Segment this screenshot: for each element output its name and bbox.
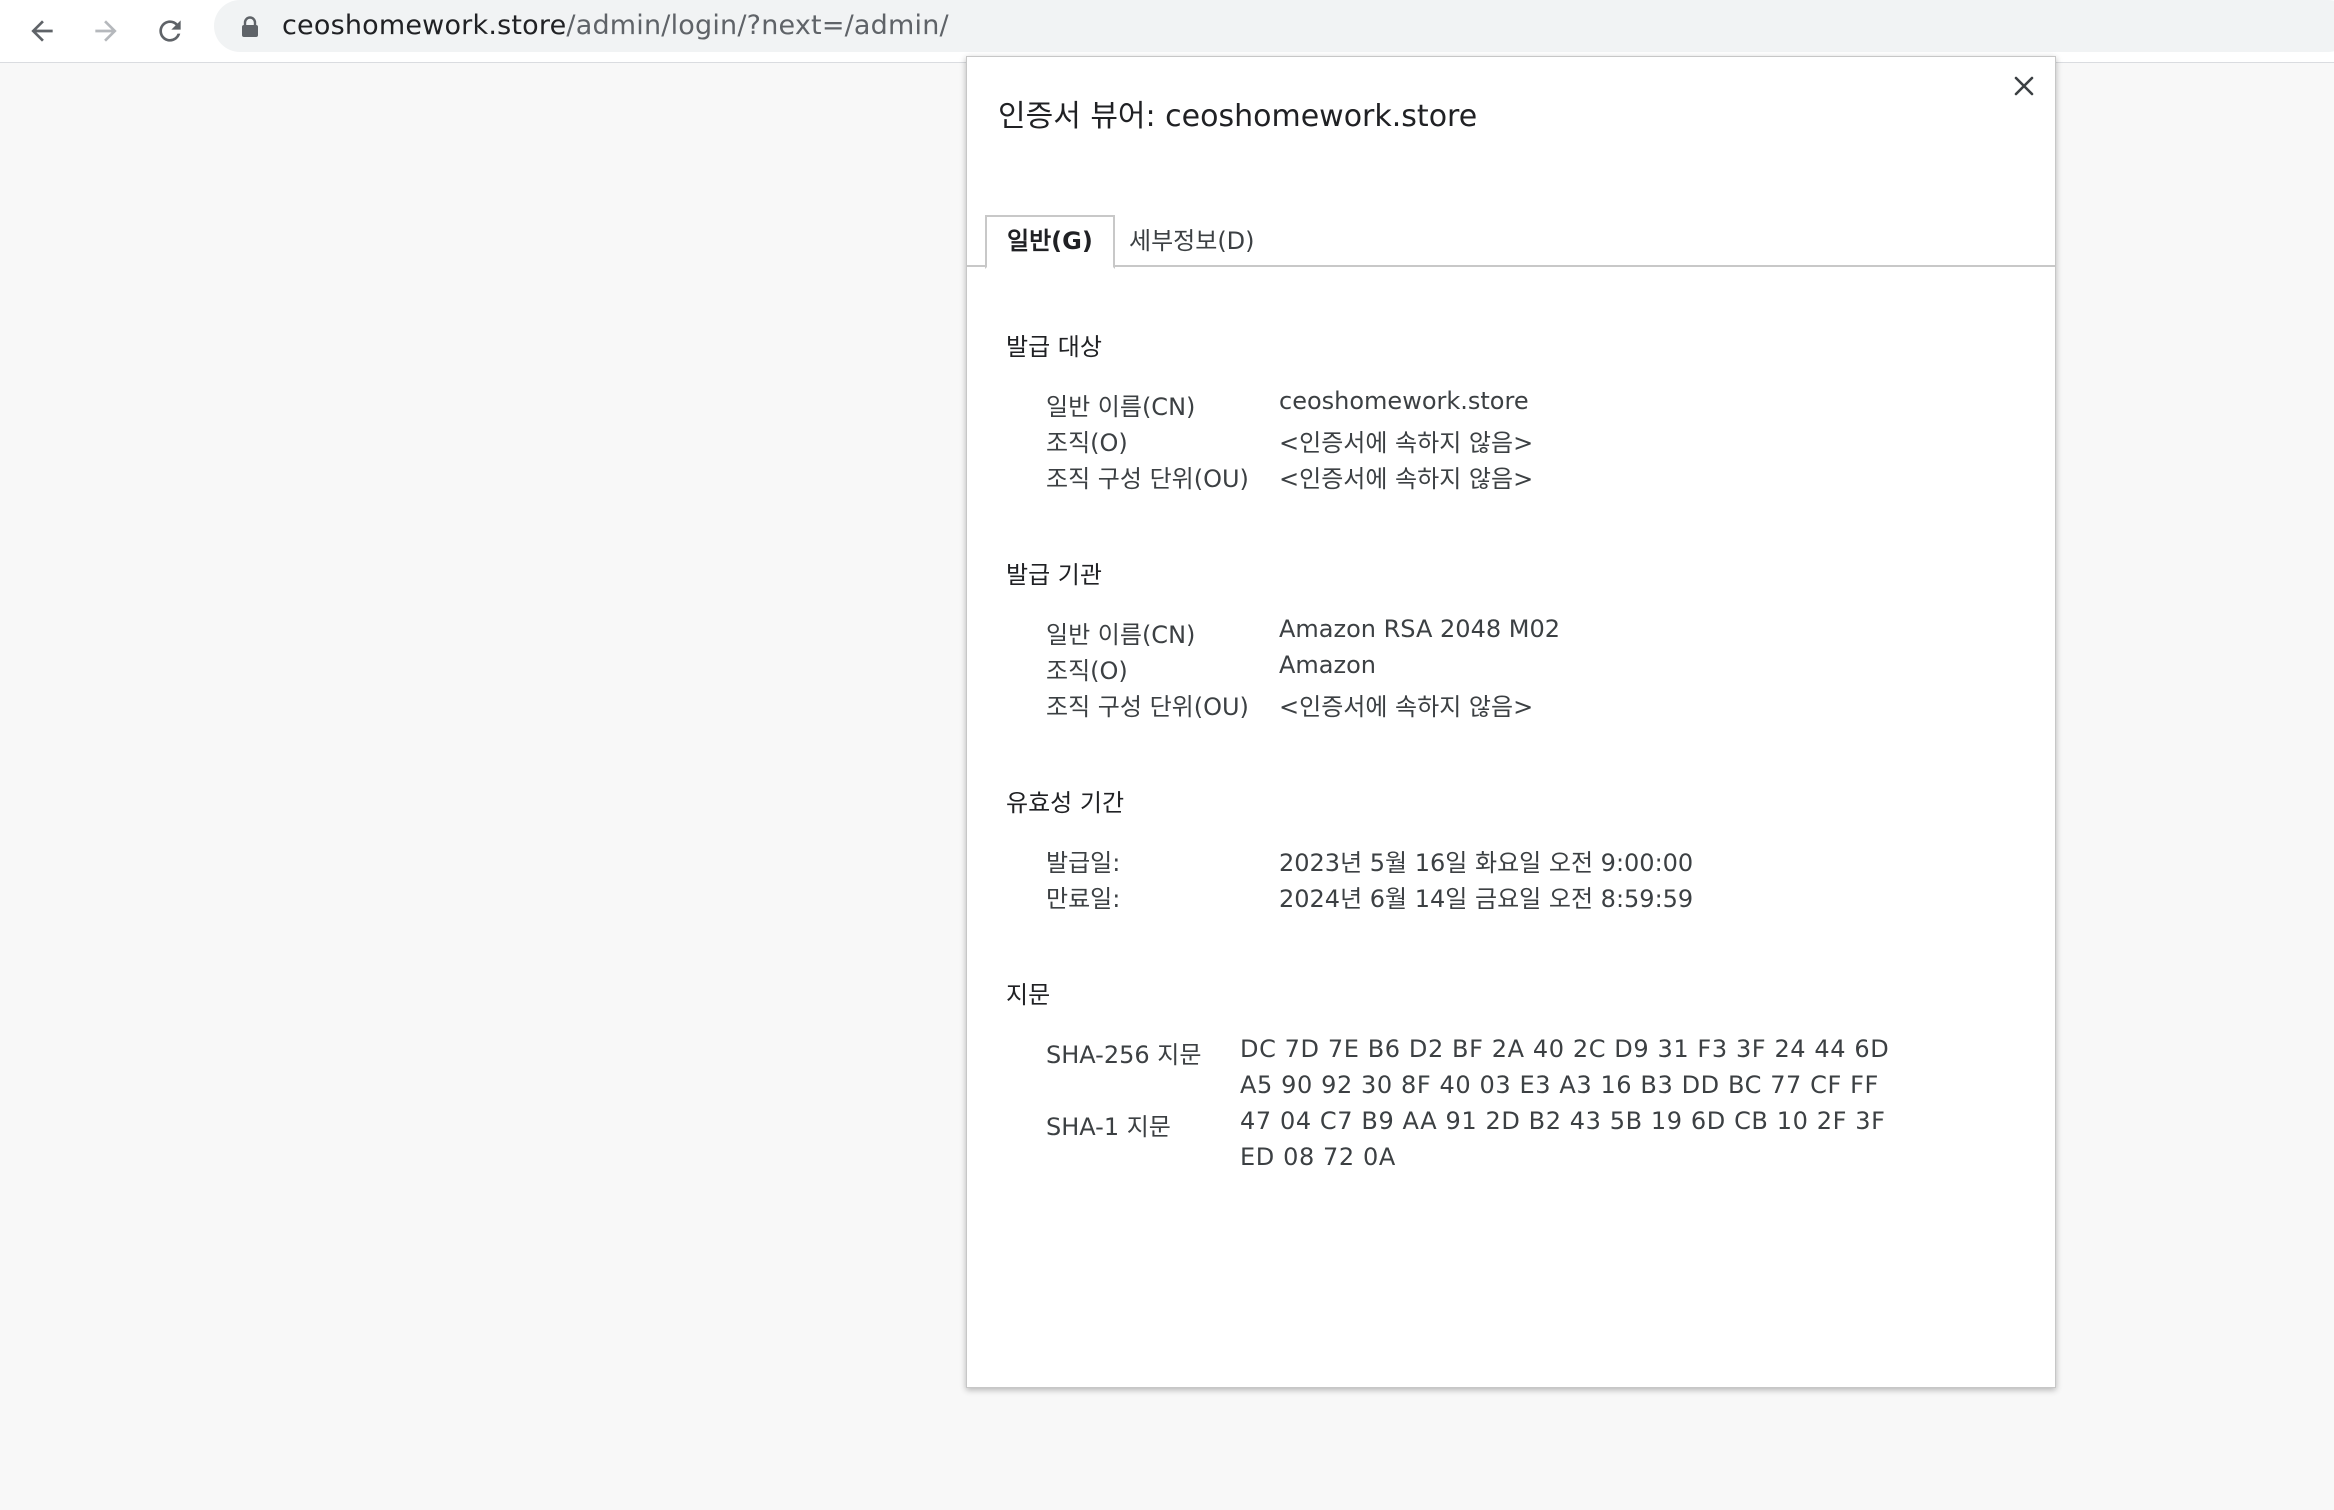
dialog-header: 인증서 뷰어: ceoshomework.store bbox=[967, 57, 2055, 134]
field-value: ED 08 72 0A bbox=[1240, 1143, 1396, 1171]
section-issued-by: 발급 기관 bbox=[1006, 561, 1102, 589]
arrow-right-icon bbox=[90, 15, 122, 47]
field-value: 2023년 5월 16일 화요일 오전 9:00:00 bbox=[1279, 849, 1694, 877]
field-label: SHA-1 지문 bbox=[1046, 1113, 1171, 1141]
field-value: A5 90 92 30 8F 40 03 E3 A3 16 B3 DD BC 7… bbox=[1240, 1071, 1879, 1099]
tab-bar: 일반(G) 세부정보(D) bbox=[967, 161, 2055, 269]
field-value: ceoshomework.store bbox=[1279, 387, 1529, 415]
close-button[interactable] bbox=[2007, 71, 2041, 105]
field-label: SHA-256 지문 bbox=[1046, 1041, 1202, 1069]
field-value: Amazon bbox=[1279, 651, 1376, 679]
field-label: 조직(O) bbox=[1046, 657, 1128, 685]
field-label: 일반 이름(CN) bbox=[1046, 393, 1196, 421]
tab-details[interactable]: 세부정보(D) bbox=[1109, 217, 1275, 265]
back-button[interactable] bbox=[17, 6, 67, 56]
field-value: <인증서에 속하지 않음> bbox=[1279, 465, 1534, 493]
field-label: 조직 구성 단위(OU) bbox=[1046, 465, 1249, 493]
field-value: 47 04 C7 B9 AA 91 2D B2 43 5B 19 6D CB 1… bbox=[1240, 1107, 1886, 1135]
dialog-title: 인증서 뷰어: ceoshomework.store bbox=[998, 99, 1478, 134]
forward-button[interactable] bbox=[81, 6, 131, 56]
tab-general[interactable]: 일반(G) bbox=[985, 215, 1115, 269]
field-label: 발급일: bbox=[1046, 849, 1121, 877]
reload-button[interactable] bbox=[145, 6, 195, 56]
section-validity: 유효성 기간 bbox=[1006, 789, 1125, 817]
field-label: 일반 이름(CN) bbox=[1046, 621, 1196, 649]
field-value: <인증서에 속하지 않음> bbox=[1279, 693, 1534, 721]
field-label: 조직 구성 단위(OU) bbox=[1046, 693, 1249, 721]
certificate-viewer-dialog: 인증서 뷰어: ceoshomework.store 일반(G) 세부정보(D)… bbox=[966, 56, 2056, 1388]
section-issued-to: 발급 대상 bbox=[1006, 333, 1102, 361]
reload-icon bbox=[154, 15, 186, 47]
field-label: 만료일: bbox=[1046, 885, 1121, 913]
lock-icon[interactable] bbox=[240, 16, 260, 38]
field-value: Amazon RSA 2048 M02 bbox=[1279, 615, 1560, 643]
url-text[interactable]: ceoshomework.store/admin/login/?next=/ad… bbox=[282, 8, 949, 44]
section-fingerprints: 지문 bbox=[1006, 981, 1051, 1009]
browser-toolbar: ceoshomework.store/admin/login/?next=/ad… bbox=[0, 0, 2334, 63]
url-host: ceoshomework.store bbox=[282, 10, 567, 41]
field-value: <인증서에 속하지 않음> bbox=[1279, 429, 1534, 457]
arrow-left-icon bbox=[26, 15, 58, 47]
field-value: 2024년 6월 14일 금요일 오전 8:59:59 bbox=[1279, 885, 1694, 913]
field-value: DC 7D 7E B6 D2 BF 2A 40 2C D9 31 F3 3F 2… bbox=[1240, 1035, 1890, 1063]
url-path: /admin/login/?next=/admin/ bbox=[566, 10, 949, 41]
field-label: 조직(O) bbox=[1046, 429, 1128, 457]
close-icon bbox=[2013, 75, 2035, 101]
